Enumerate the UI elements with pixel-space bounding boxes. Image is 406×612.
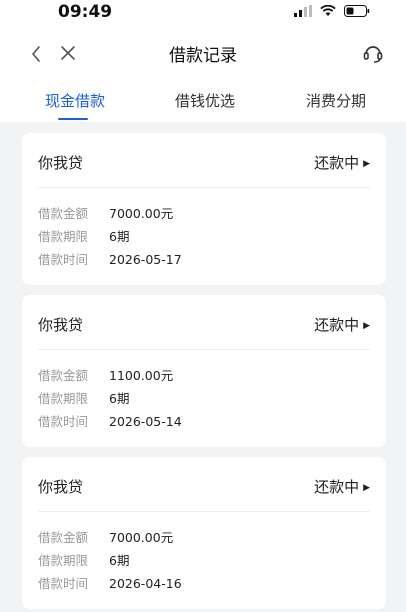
signal-icon — [294, 5, 312, 17]
detail-label: 借款时间 — [38, 576, 89, 591]
card-header: 你我贷 还款中 ▶ — [38, 133, 370, 188]
headset-icon[interactable] — [362, 42, 384, 64]
loan-term: 6期 — [109, 553, 130, 568]
detail-row-term: 借款期限 6期 — [38, 388, 129, 408]
detail-label: 借款金额 — [38, 530, 89, 545]
caret-right-icon: ▶ — [363, 483, 370, 493]
loan-amount: 7000.00元 — [109, 530, 174, 545]
detail-label: 借款金额 — [38, 206, 89, 221]
repayment-status-button[interactable]: 还款中 ▶ — [314, 476, 370, 497]
repayment-status-button[interactable]: 还款中 ▶ — [314, 314, 370, 335]
battery-icon — [344, 5, 370, 17]
loan-term: 6期 — [109, 229, 130, 244]
tab-bar: 现金借款 借钱优选 消费分期 — [0, 78, 406, 122]
detail-row-amount: 借款金额 7000.00元 — [38, 203, 173, 223]
detail-row-date: 借款时间 2026-04-16 — [38, 573, 182, 593]
product-name: 你我贷 — [38, 316, 84, 334]
detail-row-amount: 借款金额 1100.00元 — [38, 365, 173, 385]
product-name: 你我贷 — [38, 154, 84, 172]
status-bar: 09:49 — [0, 0, 406, 28]
status-icons — [294, 5, 370, 17]
loan-date: 2026-05-17 — [109, 252, 182, 267]
active-tab-indicator — [58, 118, 88, 120]
detail-label: 借款金额 — [38, 368, 89, 383]
caret-right-icon: ▶ — [363, 159, 370, 169]
status-time: 09:49 — [58, 2, 113, 22]
detail-label: 借款期限 — [38, 553, 89, 568]
detail-row-date: 借款时间 2026-05-17 — [38, 249, 182, 269]
loan-record-card[interactable]: 你我贷 还款中 ▶ 借款金额 1100.00元 借款期限 6期 借款时间 2026-05… — [22, 295, 386, 447]
repayment-status-button[interactable]: 还款中 ▶ — [314, 152, 370, 173]
repayment-status-label: 还款中 — [314, 316, 360, 334]
detail-row-amount: 借款金额 7000.00元 — [38, 527, 173, 547]
navigation-bar: 借款记录 — [0, 28, 406, 78]
tab-loan-selection[interactable]: 借钱优选 — [175, 90, 235, 111]
detail-row-term: 借款期限 6期 — [38, 226, 129, 246]
detail-label: 借款时间 — [38, 252, 89, 267]
detail-row-date: 借款时间 2026-05-14 — [38, 411, 182, 431]
loan-amount: 1100.00元 — [109, 368, 174, 383]
detail-label: 借款期限 — [38, 391, 89, 406]
loan-term: 6期 — [109, 391, 130, 406]
tab-installment[interactable]: 消费分期 — [306, 90, 366, 111]
tab-cash-loan[interactable]: 现金借款 — [45, 90, 105, 111]
repayment-status-label: 还款中 — [314, 154, 360, 172]
loan-record-card[interactable]: 你我贷 还款中 ▶ 借款金额 7000.00元 借款期限 6期 借款时间 2026-04… — [22, 457, 386, 609]
detail-row-term: 借款期限 6期 — [38, 550, 129, 570]
product-name: 你我贷 — [38, 478, 84, 496]
card-header: 你我贷 还款中 ▶ — [38, 457, 370, 512]
repayment-status-label: 还款中 — [314, 478, 360, 496]
page-title: 借款记录 — [169, 46, 237, 66]
detail-label: 借款时间 — [38, 414, 89, 429]
loan-date: 2026-04-16 — [109, 576, 182, 591]
loan-record-card[interactable]: 你我贷 还款中 ▶ 借款金额 7000.00元 借款期限 6期 借款时间 2026-05… — [22, 133, 386, 285]
caret-right-icon: ▶ — [363, 321, 370, 331]
wifi-icon — [320, 5, 336, 16]
card-header: 你我贷 还款中 ▶ — [38, 295, 370, 350]
detail-label: 借款期限 — [38, 229, 89, 244]
header: 09:49 借款记录 现金借款 借钱优选 消费分期 — [0, 0, 406, 122]
loan-record-list: 你我贷 还款中 ▶ 借款金额 7000.00元 借款期限 6期 借款时间 2026-05… — [0, 122, 406, 612]
loan-amount: 7000.00元 — [109, 206, 174, 221]
loan-date: 2026-05-14 — [109, 414, 182, 429]
